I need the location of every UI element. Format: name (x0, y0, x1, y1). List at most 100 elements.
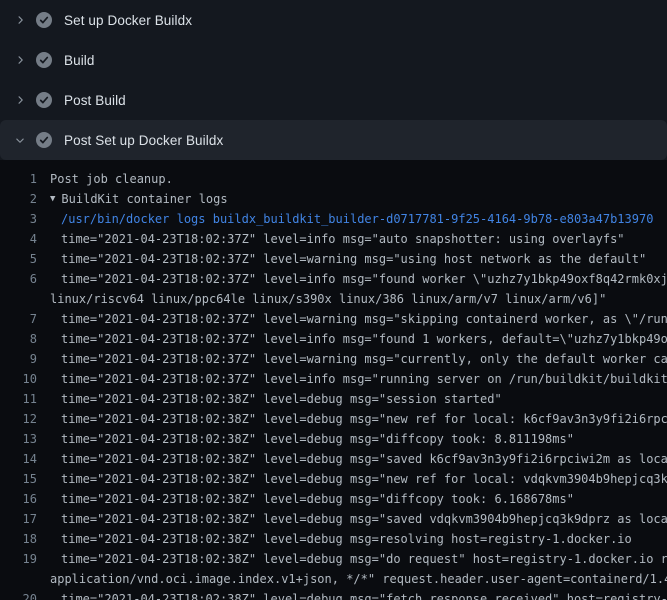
log-line-number[interactable]: 9 (0, 349, 37, 369)
step-header[interactable]: Post Set up Docker Buildx (0, 120, 667, 160)
log-line-number[interactable]: 17 (0, 509, 37, 529)
group-collapse-icon[interactable]: ▼ (50, 189, 55, 209)
log-line-content: time="2021-04-23T18:02:38Z" level=debug … (61, 489, 574, 509)
chevron-icon (14, 14, 26, 26)
log-line-text: time="2021-04-23T18:02:38Z" level=debug … (61, 589, 667, 600)
log-line: 9 time="2021-04-23T18:02:37Z" level=warn… (0, 349, 667, 369)
log-line-text: time="2021-04-23T18:02:38Z" level=debug … (61, 429, 574, 449)
log-line-content: time="2021-04-23T18:02:38Z" level=debug … (61, 429, 574, 449)
log-line: 15 time="2021-04-23T18:02:38Z" level=deb… (0, 469, 667, 489)
check-circle-icon (36, 92, 52, 108)
log-line-text: application/vnd.oci.image.index.v1+json,… (50, 569, 667, 589)
log-line-text: time="2021-04-23T18:02:38Z" level=debug … (61, 489, 574, 509)
log-line-number[interactable]: 20 (0, 589, 37, 600)
log-line-content: time="2021-04-23T18:02:38Z" level=debug … (61, 449, 667, 469)
log-line-number[interactable]: 1 (0, 169, 37, 189)
log-area: 1 Post job cleanup. 2 ▼ BuildKit containe… (0, 160, 667, 600)
step-header[interactable]: Post Build (0, 80, 667, 120)
log-line-number[interactable]: 8 (0, 329, 37, 349)
log-line-text: time="2021-04-23T18:02:37Z" level=info m… (61, 269, 667, 289)
log-line-text: time="2021-04-23T18:02:37Z" level=info m… (61, 369, 667, 389)
log-line-content: linux/riscv64 linux/ppc64le linux/s390x … (50, 289, 606, 309)
chevron-icon (14, 94, 26, 106)
log-line-text: time="2021-04-23T18:02:38Z" level=debug … (61, 549, 667, 569)
log-line-number[interactable]: 14 (0, 449, 37, 469)
log-line-number[interactable]: 6 (0, 269, 37, 289)
log-line-text: Post job cleanup. (50, 169, 173, 189)
log-line: 7 time="2021-04-23T18:02:37Z" level=warn… (0, 309, 667, 329)
log-line-content: time="2021-04-23T18:02:38Z" level=debug … (61, 389, 502, 409)
log-line-number[interactable]: 13 (0, 429, 37, 449)
log-line-text: time="2021-04-23T18:02:38Z" level=debug … (61, 449, 667, 469)
log-line-number[interactable]: 7 (0, 309, 37, 329)
log-line-number[interactable]: 2 (0, 189, 37, 209)
log-line-content: application/vnd.oci.image.index.v1+json,… (50, 569, 667, 589)
check-circle-icon (36, 12, 52, 28)
log-line-number[interactable]: 4 (0, 229, 37, 249)
log-line-text: time="2021-04-23T18:02:37Z" level=info m… (61, 329, 667, 349)
log-line: 16 time="2021-04-23T18:02:38Z" level=deb… (0, 489, 667, 509)
log-line: 6 time="2021-04-23T18:02:37Z" level=info… (0, 269, 667, 289)
log-line-text: time="2021-04-23T18:02:37Z" level=warnin… (61, 309, 667, 329)
log-line: linux/riscv64 linux/ppc64le linux/s390x … (0, 289, 667, 309)
log-line: 4 time="2021-04-23T18:02:37Z" level=info… (0, 229, 667, 249)
actions-log-viewer: Set up Docker Buildx Build (0, 0, 667, 600)
step-label: Post Set up Docker Buildx (64, 133, 223, 148)
log-line: 12 time="2021-04-23T18:02:38Z" level=deb… (0, 409, 667, 429)
check-circle-icon (36, 52, 52, 68)
step-label: Build (64, 53, 95, 68)
log-line-text: time="2021-04-23T18:02:38Z" level=debug … (61, 389, 502, 409)
log-line-number[interactable]: 19 (0, 549, 37, 569)
check-circle-icon (36, 132, 52, 148)
log-line: 10 time="2021-04-23T18:02:37Z" level=inf… (0, 369, 667, 389)
log-line-content: Post job cleanup. (50, 169, 173, 189)
log-line-number[interactable]: 3 (0, 209, 37, 229)
log-line-text: time="2021-04-23T18:02:38Z" level=debug … (61, 469, 667, 489)
log-line-text: time="2021-04-23T18:02:37Z" level=info m… (61, 229, 625, 249)
log-line-content: time="2021-04-23T18:02:37Z" level=warnin… (61, 349, 667, 369)
log-line: 11 time="2021-04-23T18:02:38Z" level=deb… (0, 389, 667, 409)
log-line-number[interactable]: 11 (0, 389, 37, 409)
log-line-number[interactable]: 18 (0, 529, 37, 549)
log-line-content: time="2021-04-23T18:02:37Z" level=info m… (61, 369, 667, 389)
step-label: Post Build (64, 93, 126, 108)
log-line: 5 time="2021-04-23T18:02:37Z" level=warn… (0, 249, 667, 269)
log-line-content: time="2021-04-23T18:02:37Z" level=info m… (61, 269, 667, 289)
log-line: 13 time="2021-04-23T18:02:38Z" level=deb… (0, 429, 667, 449)
log-line-content: /usr/bin/docker logs buildx_buildkit_bui… (61, 209, 653, 229)
step-header[interactable]: Set up Docker Buildx (0, 0, 667, 40)
log-line-text: BuildKit container logs (61, 189, 227, 209)
log-line: 3 /usr/bin/docker logs buildx_buildkit_b… (0, 209, 667, 229)
log-line-content: time="2021-04-23T18:02:37Z" level=info m… (61, 229, 625, 249)
log-line-number[interactable]: 12 (0, 409, 37, 429)
log-line-content: time="2021-04-23T18:02:37Z" level=warnin… (61, 309, 667, 329)
log-line-text: time="2021-04-23T18:02:37Z" level=warnin… (61, 349, 667, 369)
chevron-icon (14, 134, 26, 146)
log-line: 14 time="2021-04-23T18:02:38Z" level=deb… (0, 449, 667, 469)
log-line-number[interactable] (0, 569, 37, 589)
log-line-number[interactable]: 10 (0, 369, 37, 389)
log-line-text: /usr/bin/docker logs buildx_buildkit_bui… (61, 209, 653, 229)
log-line-text: time="2021-04-23T18:02:38Z" level=debug … (61, 409, 667, 429)
step-header[interactable]: Build (0, 40, 667, 80)
log-line-number[interactable]: 15 (0, 469, 37, 489)
log-line: 1 Post job cleanup. (0, 169, 667, 189)
log-line-number[interactable] (0, 289, 37, 309)
log-line: 18 time="2021-04-23T18:02:38Z" level=deb… (0, 529, 667, 549)
log-line: 19 time="2021-04-23T18:02:38Z" level=deb… (0, 549, 667, 569)
log-line-content: time="2021-04-23T18:02:37Z" level=warnin… (61, 249, 646, 269)
log-line-content: time="2021-04-23T18:02:38Z" level=debug … (61, 529, 632, 549)
log-line-number[interactable]: 5 (0, 249, 37, 269)
log-line-text: time="2021-04-23T18:02:37Z" level=warnin… (61, 249, 646, 269)
log-line: 8 time="2021-04-23T18:02:37Z" level=info… (0, 329, 667, 349)
log-line-content: ▼ BuildKit container logs (50, 189, 228, 209)
log-line-content: time="2021-04-23T18:02:38Z" level=debug … (61, 509, 667, 529)
log-line-number[interactable]: 16 (0, 489, 37, 509)
log-line-content: time="2021-04-23T18:02:38Z" level=debug … (61, 549, 667, 569)
log-line-content: time="2021-04-23T18:02:38Z" level=debug … (61, 409, 667, 429)
log-line-text: linux/riscv64 linux/ppc64le linux/s390x … (50, 289, 606, 309)
log-line-content: time="2021-04-23T18:02:38Z" level=debug … (61, 589, 667, 600)
chevron-icon (14, 54, 26, 66)
log-line: 2 ▼ BuildKit container logs (0, 189, 667, 209)
log-line: application/vnd.oci.image.index.v1+json,… (0, 569, 667, 589)
